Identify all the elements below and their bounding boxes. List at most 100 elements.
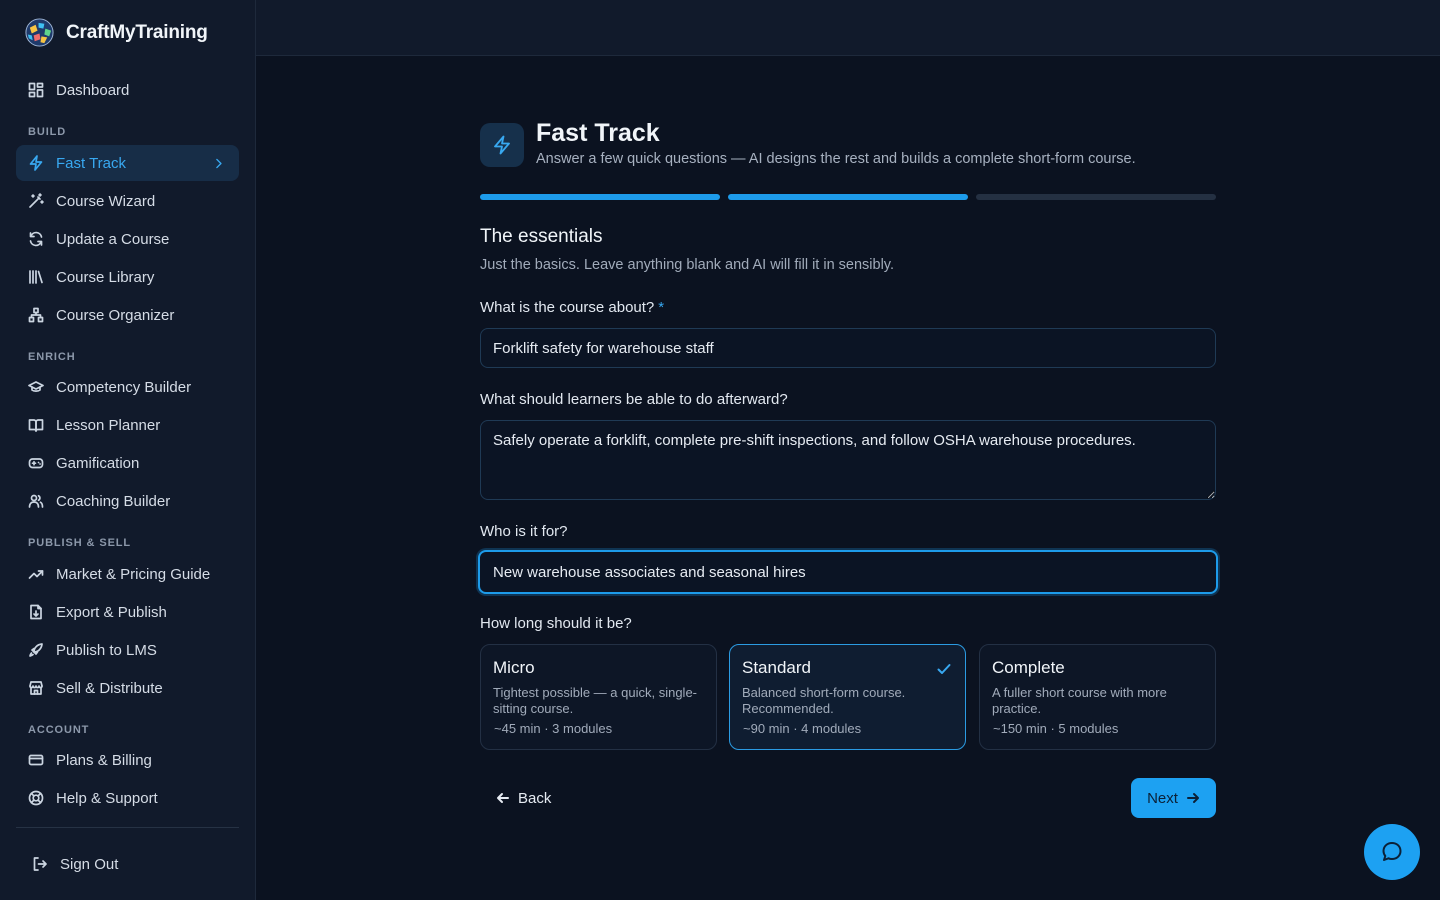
lightning-icon — [494, 135, 510, 155]
option-title: Complete — [992, 658, 1065, 677]
sidebar-item-label: Export & Publish — [56, 603, 167, 621]
option-meta: ~45 min · 3 modules — [494, 721, 613, 736]
sidebar-item-coaching-builder[interactable]: Coaching Builder — [16, 483, 239, 519]
magic-wand-icon — [29, 193, 44, 208]
arrow-right-icon — [1186, 793, 1199, 803]
rocket-icon — [29, 643, 43, 657]
option-meta: ~90 min · 4 modules — [743, 721, 862, 736]
back-button[interactable]: Back — [484, 780, 563, 816]
sidebar-item-label: Gamification — [56, 454, 140, 472]
sidebar-item-label: Course Wizard — [56, 192, 156, 210]
outcome-label: What should learners be able to do after… — [480, 391, 788, 408]
sign-out-icon — [33, 857, 47, 871]
topic-label-text: What is the course about? — [480, 299, 655, 316]
progress-step-2 — [728, 194, 968, 200]
sidebar-item-label: Competency Builder — [56, 378, 192, 396]
credit-card-icon — [28, 754, 44, 766]
sidebar-item-label: Sell & Distribute — [56, 679, 163, 697]
audience-input[interactable] — [478, 550, 1218, 594]
header-lightning-badge — [480, 123, 524, 167]
sidebar-item-publish-lms[interactable]: Publish to LMS — [16, 632, 239, 668]
sidebar-item-label: Lesson Planner — [56, 416, 161, 434]
section-label-publish: PUBLISH & SELL — [28, 537, 132, 549]
sidebar-item-label: Publish to LMS — [56, 641, 157, 659]
users-icon — [28, 494, 44, 508]
topic-label: What is the course about? * — [480, 299, 664, 316]
brand[interactable]: CraftMyTraining — [24, 17, 208, 48]
sidebar-item-label: Coaching Builder — [56, 492, 171, 510]
sidebar-item-label: Market & Pricing Guide — [56, 565, 211, 583]
length-option-micro[interactable]: Micro Tightest possible — a quick, singl… — [480, 644, 717, 750]
gamepad-icon — [28, 458, 44, 469]
progress-step-1 — [480, 194, 720, 200]
option-meta: ~150 min · 5 modules — [993, 721, 1119, 736]
sidebar-item-market-pricing[interactable]: Market & Pricing Guide — [16, 556, 239, 592]
step-subtitle: Just the basics. Leave anything blank an… — [480, 257, 895, 273]
brand-name: CraftMyTraining — [66, 21, 208, 43]
sign-out-label: Sign Out — [60, 855, 119, 873]
sidebar: CraftMyTraining Dashboard BUILD Fast Tra… — [0, 0, 256, 900]
trending-up-icon — [28, 570, 44, 579]
file-download-icon — [30, 604, 42, 620]
lifebuoy-icon — [28, 790, 44, 806]
refresh-icon — [29, 231, 43, 247]
hierarchy-icon — [28, 307, 44, 323]
top-bar — [256, 0, 1440, 56]
sidebar-item-label: Plans & Billing — [56, 751, 152, 769]
sidebar-item-label: Fast Track — [56, 154, 127, 172]
option-description: Tightest possible — a quick, single-sitt… — [493, 685, 698, 716]
sidebar-item-gamification[interactable]: Gamification — [16, 445, 239, 481]
section-label-enrich: ENRICH — [28, 351, 76, 363]
progress-step-3 — [976, 194, 1216, 200]
option-description: Balanced short-form course. Recommended. — [742, 685, 906, 716]
sidebar-item-competency-builder[interactable]: Competency Builder — [16, 369, 239, 405]
lightning-icon — [29, 155, 43, 171]
outcome-textarea[interactable]: Safely operate a forklift, complete pre-… — [480, 420, 1216, 500]
sidebar-item-label: Help & Support — [56, 789, 158, 807]
step-title: The essentials — [480, 226, 603, 247]
chat-button[interactable] — [1364, 824, 1420, 880]
next-label: Next — [1147, 789, 1178, 807]
sidebar-item-update-course[interactable]: Update a Course — [16, 221, 239, 257]
audience-label: Who is it for? — [480, 523, 568, 540]
sidebar-item-course-wizard[interactable]: Course Wizard — [16, 183, 239, 219]
next-button[interactable]: Next — [1131, 778, 1216, 818]
graduation-cap-icon — [28, 381, 44, 392]
chevron-right-icon — [216, 158, 222, 168]
storefront-icon — [29, 681, 43, 695]
topic-input[interactable] — [480, 328, 1216, 368]
section-label-build: BUILD — [28, 126, 67, 138]
arrow-left-icon — [497, 793, 509, 803]
sidebar-item-plans-billing[interactable]: Plans & Billing — [16, 742, 239, 778]
sidebar-item-label: Update a Course — [56, 230, 170, 248]
back-label: Back — [518, 789, 552, 807]
section-label-account: ACCOUNT — [28, 724, 90, 736]
sidebar-item-label: Course Library — [56, 268, 155, 286]
length-label: How long should it be? — [480, 615, 632, 632]
sidebar-item-label: Course Organizer — [56, 306, 175, 324]
open-book-icon — [28, 419, 44, 432]
globe-logo-icon — [25, 18, 54, 47]
sign-out-button[interactable]: Sign Out — [20, 846, 243, 882]
sidebar-item-course-organizer[interactable]: Course Organizer — [16, 297, 239, 333]
option-title: Standard — [742, 658, 811, 677]
sidebar-item-help-support[interactable]: Help & Support — [16, 780, 239, 816]
sidebar-item-sell-distribute[interactable]: Sell & Distribute — [16, 670, 239, 706]
dashboard-grid-icon — [28, 82, 44, 98]
option-title: Micro — [493, 658, 535, 677]
length-option-complete[interactable]: Complete A fuller short course with more… — [979, 644, 1216, 750]
check-icon — [937, 664, 951, 674]
sidebar-item-course-library[interactable]: Course Library — [16, 259, 239, 295]
option-description: A fuller short course with more practice… — [992, 685, 1167, 716]
sidebar-item-lesson-planner[interactable]: Lesson Planner — [16, 407, 239, 443]
required-asterisk: * — [658, 299, 665, 316]
sidebar-divider — [16, 827, 239, 828]
library-icon — [29, 270, 43, 284]
sidebar-item-fast-track[interactable]: Fast Track — [16, 145, 239, 181]
page-subtitle: Answer a few quick questions — AI design… — [536, 151, 1136, 167]
sidebar-item-dashboard[interactable]: Dashboard — [16, 72, 239, 108]
sidebar-item-export-publish[interactable]: Export & Publish — [16, 594, 239, 630]
length-option-standard[interactable]: Standard Balanced short-form course. Rec… — [729, 644, 966, 750]
chat-bubble-icon — [1382, 842, 1402, 861]
sidebar-item-label: Dashboard — [56, 81, 130, 99]
